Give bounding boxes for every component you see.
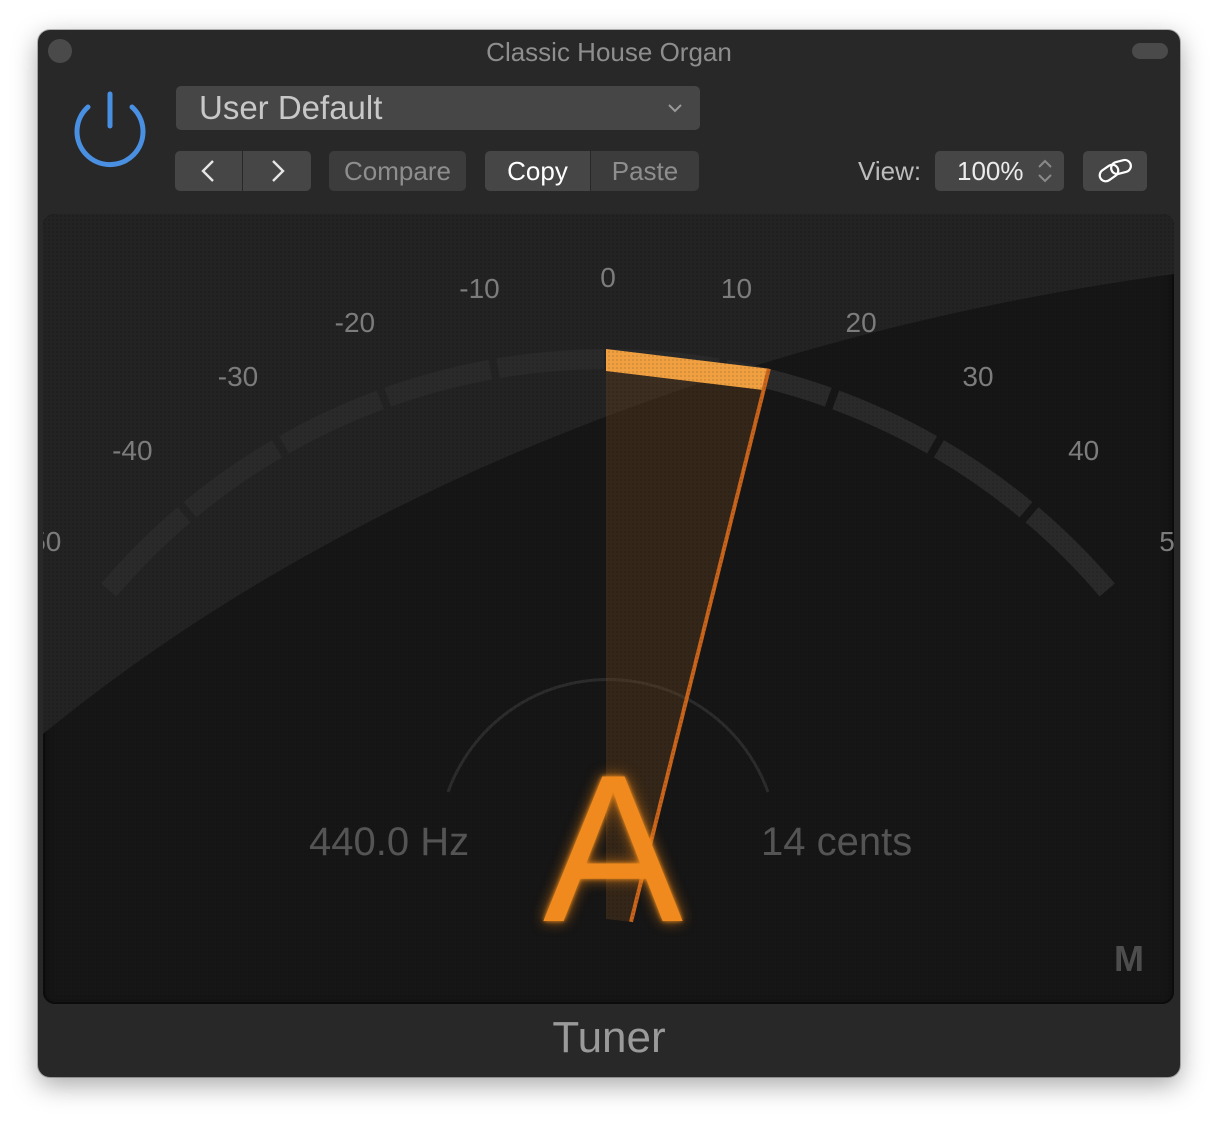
- scale-label: -50: [43, 526, 62, 558]
- cents-readout: 14 cents: [761, 820, 913, 864]
- scale-label: 40: [1068, 435, 1100, 467]
- preset-dropdown[interactable]: User Default: [176, 86, 700, 130]
- scale-label: -30: [217, 361, 259, 393]
- stepper-icon: [1038, 159, 1052, 183]
- preset-value: User Default: [199, 89, 383, 126]
- tuner-display: -50 -40 -30 -20 -10 0 10 20 30 40 50 440.0 Hz A 14…: [43, 214, 1174, 1004]
- chevron-down-icon: [668, 104, 682, 113]
- scale-label: 0: [600, 262, 616, 293]
- view-zoom-select[interactable]: 100%: [935, 151, 1064, 191]
- scale-label: -10: [459, 273, 500, 305]
- link-button[interactable]: [1083, 151, 1147, 191]
- chevron-right-icon: [272, 160, 285, 182]
- compare-button[interactable]: Compare: [329, 151, 466, 191]
- scale-label: 10: [720, 273, 753, 305]
- scale-label: 30: [962, 361, 994, 393]
- plugin-name: Tuner: [552, 1013, 666, 1062]
- paste-button[interactable]: Paste: [591, 151, 699, 191]
- scale-label: 20: [845, 306, 877, 338]
- copy-button[interactable]: Copy: [485, 151, 590, 191]
- note-name: A: [542, 731, 684, 966]
- power-icon: [74, 91, 146, 168]
- plugin-window: Classic House Organ User Default Compare…: [38, 30, 1180, 1077]
- frequency-readout: 440.0 Hz: [309, 820, 470, 864]
- view-label: View:: [858, 156, 922, 186]
- power-button[interactable]: [68, 85, 152, 169]
- next-preset-button[interactable]: [243, 151, 311, 191]
- scale-label: -40: [112, 435, 153, 467]
- view-zoom-value: 100%: [957, 156, 1024, 186]
- link-icon: [1098, 158, 1132, 183]
- scale-label: -20: [334, 306, 376, 338]
- scale-label: 50: [1159, 526, 1174, 558]
- previous-preset-button[interactable]: [175, 151, 242, 191]
- chevron-left-icon: [201, 160, 214, 182]
- window-title: Classic House Organ: [486, 37, 732, 67]
- mode-indicator[interactable]: M: [1114, 938, 1144, 980]
